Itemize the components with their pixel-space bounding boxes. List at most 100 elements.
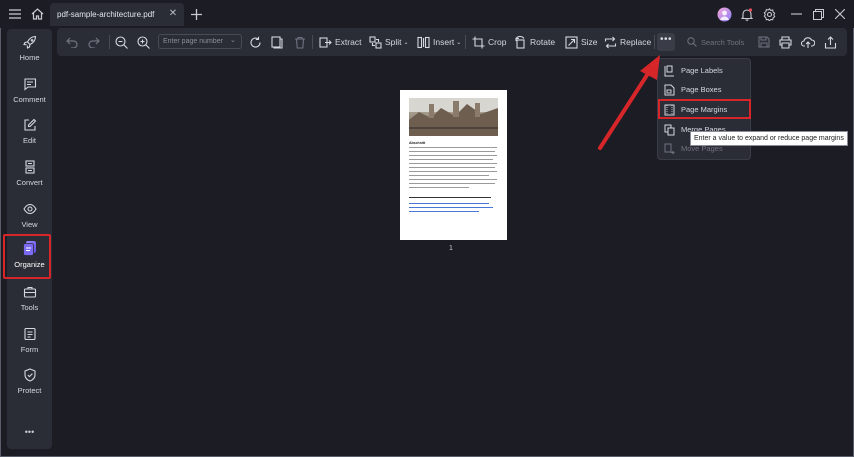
sidebar-item-protect[interactable]: Protect [7, 368, 52, 408]
size-label: Size [581, 37, 598, 47]
move-pages-icon [664, 143, 675, 154]
extract-label: Extract [335, 37, 362, 47]
menu-item-page-boxes[interactable]: Page Boxes [658, 80, 750, 99]
share-icon[interactable] [824, 34, 840, 50]
more-options-button[interactable]: ••• [657, 33, 675, 51]
text-line [409, 179, 497, 181]
extract-icon [319, 36, 332, 48]
sidebar-item-convert[interactable]: Convert [7, 160, 52, 200]
page-thumbnail[interactable]: Abschnitt [400, 90, 507, 240]
text-line [409, 175, 489, 177]
text-line [409, 147, 497, 149]
tooltip: Enter a value to expand or reduce page m… [690, 131, 848, 146]
menu-item-label: Page Labels [681, 66, 723, 75]
zoom-out-icon[interactable] [115, 34, 131, 50]
organize-highlight [3, 234, 51, 279]
page-heading: Abschnitt [409, 141, 426, 145]
form-icon [23, 327, 36, 341]
size-button[interactable]: Size [565, 34, 598, 50]
insert-icon [417, 36, 430, 48]
close-icon[interactable]: ✕ [167, 8, 179, 20]
minimize-icon[interactable] [787, 5, 805, 23]
crop-button[interactable]: Crop [472, 34, 506, 50]
bell-icon[interactable] [738, 5, 756, 23]
sidebar-item-label: Form [20, 345, 39, 354]
sidebar-item-label: Edit [23, 136, 36, 145]
zoom-in-icon[interactable] [137, 34, 153, 50]
chevron-down-icon: ⌄ [456, 39, 462, 46]
gear-icon[interactable] [760, 5, 778, 23]
replace-label: Replace [620, 37, 652, 47]
split-icon [369, 35, 382, 49]
page-labels-icon [664, 65, 674, 76]
sidebar-item-label: Home [19, 53, 40, 62]
text-line [409, 163, 497, 165]
sidebar-item-label: Tools [20, 303, 39, 312]
page-boxes-icon [664, 84, 675, 95]
sidebar-item-label: Protect [17, 386, 42, 395]
page-number-label: 1 [449, 245, 453, 252]
refresh-icon[interactable] [249, 34, 265, 50]
eye-icon [22, 203, 37, 215]
divider [312, 35, 313, 49]
extract-button[interactable]: Extract [319, 34, 361, 50]
rotate-button[interactable]: Rotate [514, 34, 555, 50]
crop-icon [472, 36, 485, 48]
rotate-icon [515, 35, 525, 49]
plus-icon[interactable] [187, 5, 205, 23]
text-line [409, 159, 493, 161]
title-bar: pdf-sample-architecture.pdf ✕ [0, 0, 854, 28]
page-copy-icon[interactable] [271, 34, 286, 50]
sidebar-item-comment[interactable]: Comment [7, 77, 52, 117]
divider [654, 35, 655, 49]
redo-icon[interactable] [88, 34, 103, 50]
shield-icon [23, 368, 36, 382]
toolbox-icon [23, 286, 36, 298]
search-icon [687, 37, 697, 47]
print-icon[interactable] [779, 34, 795, 50]
text-line [409, 167, 495, 169]
replace-button[interactable]: Replace [604, 34, 651, 50]
edit-icon [23, 118, 36, 131]
crop-label: Crop [488, 37, 507, 47]
insert-label: Insert [433, 37, 455, 47]
delete-icon[interactable] [294, 34, 309, 50]
chevron-down-icon: ⌄ [403, 39, 409, 46]
replace-icon [604, 36, 617, 48]
sidebar-item-home[interactable]: Home [7, 35, 52, 75]
comment-icon [23, 78, 36, 91]
sidebar-item-form[interactable]: Form [7, 327, 52, 367]
text-line [409, 187, 469, 189]
chevron-down-icon[interactable]: ⌄ [230, 37, 238, 45]
link-line [409, 207, 493, 209]
rocket-icon [22, 35, 36, 49]
link-line [409, 203, 489, 205]
tab-title: pdf-sample-architecture.pdf [57, 10, 155, 19]
toolbar: ⌄ Extract Split ⌄ Insert ⌄ Crop Rotate S… [57, 28, 847, 56]
menu-item-page-labels[interactable]: Page Labels [658, 61, 750, 80]
merge-pages-icon [664, 124, 675, 135]
sidebar-item-tools[interactable]: Tools [7, 285, 52, 325]
window-close-icon[interactable] [831, 5, 849, 23]
cloud-upload-icon[interactable] [801, 34, 818, 50]
convert-icon [24, 160, 35, 174]
restore-icon[interactable] [809, 5, 827, 23]
avatar[interactable] [715, 5, 733, 23]
insert-button[interactable]: Insert ⌄ [417, 34, 461, 50]
menu-item-label: Page Boxes [681, 85, 722, 94]
text-line [409, 171, 497, 173]
sidebar-item-edit[interactable]: Edit [7, 118, 52, 158]
undo-icon[interactable] [66, 34, 81, 50]
search-tools-input[interactable]: Search Tools [687, 34, 751, 50]
split-label: Split [385, 37, 402, 47]
document-tab[interactable]: pdf-sample-architecture.pdf ✕ [50, 3, 184, 26]
save-icon[interactable] [758, 34, 773, 50]
page-image [409, 98, 498, 136]
home-icon[interactable] [28, 5, 46, 23]
text-line [409, 151, 495, 153]
text-line [409, 155, 497, 157]
page-margins-highlight [658, 99, 751, 119]
split-button[interactable]: Split ⌄ [369, 34, 409, 50]
sidebar-more-button[interactable]: ••• [7, 427, 52, 441]
menu-icon[interactable] [6, 5, 24, 23]
